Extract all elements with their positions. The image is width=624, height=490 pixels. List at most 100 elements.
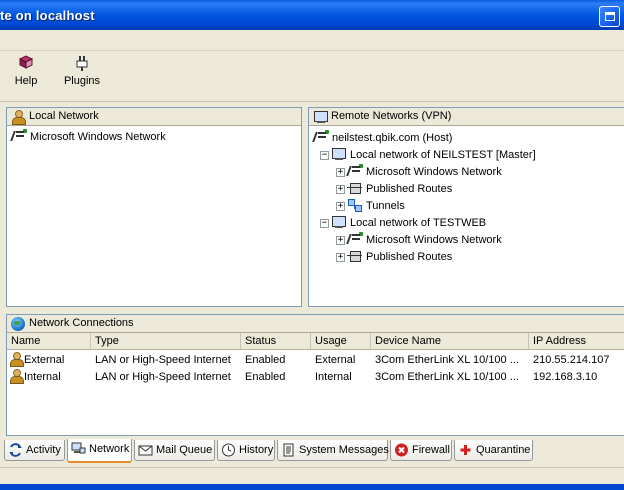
tab-network[interactable]: Network — [67, 439, 132, 463]
tree-item-label: Tunnels — [366, 200, 405, 212]
tab-label: History — [239, 444, 274, 456]
tab-bar: Activity Network Mail Queue History System M… — [0, 438, 624, 465]
plugins-label: Plugins — [63, 75, 101, 87]
table-cell: External — [7, 352, 91, 369]
remote-networks-header: Remote Networks (VPN) — [309, 108, 624, 126]
connection-icon — [9, 352, 24, 367]
remote-tree-item[interactable]: Local network of NEILSTEST [Master] — [331, 147, 536, 164]
plugins-icon — [73, 54, 91, 72]
tab-label: Network — [89, 443, 130, 455]
network-icon — [347, 232, 363, 246]
remote-networks-icon — [313, 110, 328, 124]
maximize-icon — [605, 12, 615, 21]
tree-expander[interactable]: + — [336, 168, 345, 177]
tree-item-label: Published Routes — [366, 183, 453, 195]
column-header[interactable]: IP Address — [529, 333, 624, 350]
connection-icon — [9, 369, 24, 384]
tab-firewall[interactable]: Firewall — [390, 440, 452, 461]
network-icon — [313, 130, 329, 144]
tab-history[interactable]: History — [217, 440, 275, 461]
table-cell: 210.55.214.107 — [533, 354, 610, 366]
table-cell: 3Com EtherLink XL 10/100 ... — [375, 354, 519, 366]
plugins-button[interactable]: Plugins — [60, 54, 104, 98]
quarantine-icon — [458, 443, 473, 457]
title-bar[interactable]: te on localhost — [0, 0, 624, 30]
remote-networks-panel: Remote Networks (VPN) neilstest.qbik.com… — [308, 107, 624, 307]
connection-name: External — [24, 354, 65, 366]
column-header[interactable]: Device Name — [371, 333, 529, 350]
network-icon — [347, 164, 363, 178]
table-row[interactable]: External LAN or High-Speed Internet Enable… — [7, 352, 624, 369]
network-icon — [11, 129, 27, 143]
network-connections-title: Network Connections — [29, 317, 134, 329]
network-tab-icon — [71, 442, 86, 456]
tree-item-label: Microsoft Windows Network — [366, 234, 502, 246]
column-header[interactable]: Status — [241, 333, 311, 350]
table-cell: LAN or High-Speed Internet — [95, 354, 231, 366]
activity-icon — [8, 443, 23, 457]
tab-activity[interactable]: Activity — [4, 440, 65, 461]
table-cell: External — [315, 354, 356, 366]
mail-icon — [138, 443, 153, 457]
tab-label: System Messages — [299, 444, 389, 456]
window-frame-bottom — [0, 484, 624, 490]
remote-networks-title: Remote Networks (VPN) — [331, 110, 452, 122]
remote-tree-item[interactable]: Microsoft Windows Network — [347, 164, 502, 181]
help-button[interactable]: Help — [6, 54, 46, 98]
tree-expander[interactable]: + — [336, 202, 345, 211]
toolbar: Help Plugins — [0, 52, 624, 102]
tree-expander[interactable]: − — [320, 151, 329, 160]
tunnel-icon — [347, 198, 363, 212]
help-label: Help — [14, 75, 38, 87]
remote-tree-item[interactable]: Published Routes — [347, 181, 452, 198]
tree-item-label: Local network of TESTWEB — [350, 217, 487, 229]
table-cell: Internal — [7, 369, 91, 386]
clock-icon — [221, 443, 236, 457]
tree-item-label: Microsoft Windows Network — [30, 131, 166, 143]
table-cell: 3Com EtherLink XL 10/100 ... — [375, 371, 519, 383]
network-connections-header: Network Connections — [7, 315, 624, 333]
remote-tree-item[interactable]: Tunnels — [347, 198, 405, 215]
globe-icon — [11, 317, 25, 331]
tree-expander[interactable]: + — [336, 185, 345, 194]
remote-tree-item[interactable]: neilstest.qbik.com (Host) — [313, 130, 452, 147]
tab-label: Mail Queue — [156, 444, 213, 456]
tree-expander[interactable]: + — [336, 236, 345, 245]
computer-icon — [331, 147, 347, 161]
local-tree-item-windows-network[interactable]: Microsoft Windows Network — [11, 129, 166, 146]
tab-label: Quarantine — [476, 444, 531, 456]
table-cell: LAN or High-Speed Internet — [95, 371, 231, 383]
tree-item-label: Published Routes — [366, 251, 453, 263]
local-network-panel: Local Network Microsoft Windows Network — [6, 107, 302, 307]
connection-name: Internal — [24, 371, 61, 383]
route-icon — [347, 249, 363, 263]
tree-expander[interactable]: − — [320, 219, 329, 228]
remote-tree-item[interactable]: Published Routes — [347, 249, 452, 266]
table-cell: Enabled — [245, 354, 286, 366]
table-row[interactable]: Internal LAN or High-Speed Internet Enable… — [7, 369, 624, 386]
table-cell: Internal — [315, 371, 352, 383]
local-network-header: Local Network — [7, 108, 301, 126]
table-cell: 192.168.3.10 — [533, 371, 598, 383]
local-network-icon — [11, 110, 26, 125]
local-network-title: Local Network — [29, 110, 99, 122]
tree-expander[interactable]: + — [336, 253, 345, 262]
firewall-icon — [394, 443, 409, 457]
window-title: te on localhost — [0, 8, 95, 23]
column-header[interactable]: Name — [7, 333, 91, 350]
maximize-button[interactable] — [599, 6, 620, 27]
column-header[interactable]: Usage — [311, 333, 371, 350]
remote-tree-item[interactable]: Microsoft Windows Network — [347, 232, 502, 249]
route-icon — [347, 181, 363, 195]
tab-mail-queue[interactable]: Mail Queue — [134, 440, 215, 461]
tab-label: Activity — [26, 444, 61, 456]
remote-tree-item[interactable]: Local network of TESTWEB — [331, 215, 486, 232]
tab-label: Firewall — [412, 444, 450, 456]
column-header[interactable]: Type — [91, 333, 241, 350]
network-connections-panel: Network Connections Name Type Status Usage D… — [6, 314, 624, 436]
tree-item-label: Local network of NEILSTEST [Master] — [350, 149, 536, 161]
table-cell: Enabled — [245, 371, 286, 383]
tab-quarantine[interactable]: Quarantine — [454, 440, 533, 461]
tree-item-label: Microsoft Windows Network — [366, 166, 502, 178]
tab-system-messages[interactable]: System Messages — [277, 440, 389, 461]
